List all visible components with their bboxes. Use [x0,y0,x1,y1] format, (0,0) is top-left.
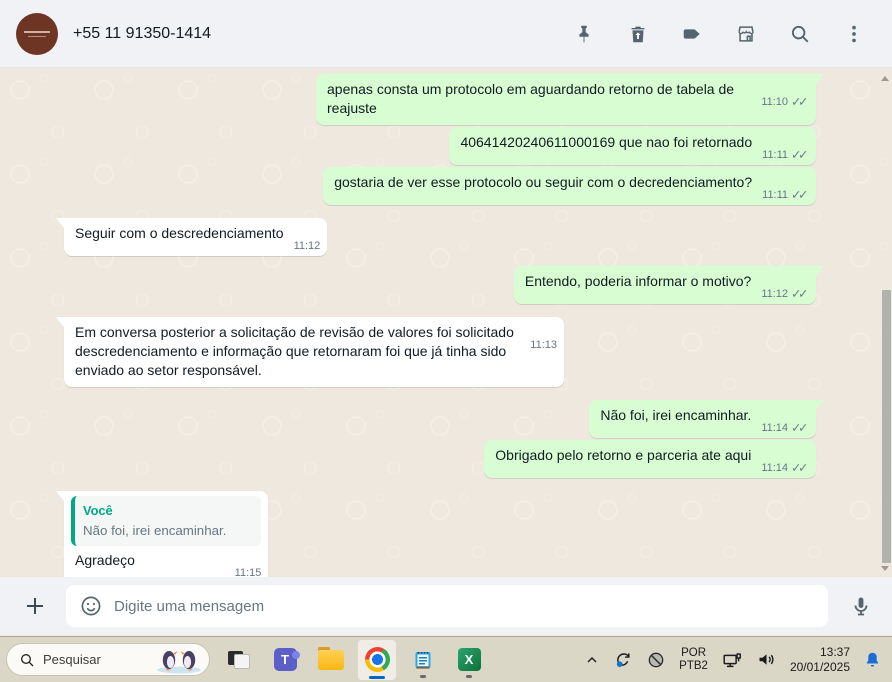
chrome-app-button[interactable] [358,639,396,680]
message-text: 40641420240611000169 que nao foi retorna… [460,134,753,150]
incoming-message-with-quote[interactable]: Você Não foi, irei encaminhar. 11:15 Agr… [55,491,269,577]
chat-message-list: 11:10 ✓✓ apenas consta um protocolo em ag… [0,68,892,577]
message-text: Seguir com o descredenciamento [75,225,284,241]
message-input-pill[interactable] [66,585,828,627]
chrome-icon [364,647,390,672]
message-time: 11:14 [761,422,789,434]
outgoing-message[interactable]: 11:11 ✓✓ gostaria de ver esse protocolo o… [323,167,816,205]
language-indicator[interactable]: POR PTB2 [679,647,708,673]
chat-scrollbar[interactable] [879,68,892,577]
microphone-icon[interactable] [844,589,878,623]
delivered-ticks-icon: ✓✓ [791,287,808,301]
message-row: 11:14 ✓✓ Não foi, irei encaminhar. [0,400,892,438]
quote-author: Você [83,503,113,518]
task-view-button[interactable] [220,640,258,680]
message-time: 11:13 [530,339,557,351]
excel-icon: X [457,648,481,671]
tray-chevron-up-icon[interactable] [584,652,600,668]
search-icon[interactable] [788,22,812,46]
header-actions [572,22,892,46]
taskbar-search[interactable]: Pesquisar [6,643,210,676]
clock-date: 20/01/2025 [789,659,850,674]
search-icon [21,653,34,666]
message-row: 11:12 ✓✓ Entendo, poderia informar o moti… [0,266,892,304]
message-text: Em conversa posterior a solicitação de r… [75,324,514,378]
message-time: 11:10 [761,96,789,108]
message-time: 11:14 [761,462,789,474]
clock-time: 13:37 [819,644,850,659]
notepad-icon [415,651,431,669]
file-explorer-button[interactable] [312,640,350,680]
file-explorer-icon [318,646,344,670]
outgoing-message[interactable]: 11:11 ✓✓ 40641420240611000169 que nao foi… [449,127,816,165]
volume-icon[interactable] [756,649,777,670]
outgoing-message[interactable]: 11:14 ✓✓ Obrigado pelo retorno e parceria… [484,440,816,478]
notepad-app-button[interactable] [404,640,442,680]
outgoing-message[interactable]: 11:10 ✓✓ apenas consta um protocolo em ag… [316,74,824,125]
message-text: apenas consta um protocolo em aguardando… [327,81,735,116]
contact-avatar[interactable] [16,12,58,55]
delete-restore-icon[interactable] [626,22,650,46]
label-icon[interactable] [680,22,704,46]
teams-app-button[interactable]: T [266,640,304,680]
storefront-icon[interactable] [734,22,758,46]
message-input[interactable] [114,597,816,615]
taskbar-apps: T X [220,639,488,680]
windows-taskbar: Pesquisar T X POR PTB2 13:37 20/01/2025 [0,636,892,682]
message-row: 11:14 ✓✓ Obrigado pelo retorno e parceria… [0,440,892,478]
message-text: Obrigado pelo retorno e parceria ate aqu… [495,447,752,463]
language-line2: PTB2 [679,659,708,672]
delivered-ticks-icon: ✓✓ [791,188,808,202]
pin-icon[interactable] [572,22,596,46]
notification-bell-icon[interactable] [863,650,882,669]
message-row: 11:13 Em conversa posterior a solicitaçã… [0,317,892,387]
message-time: 11:11 [762,149,789,161]
search-placeholder: Pesquisar [43,652,101,667]
delivered-ticks-icon: ✓✓ [791,148,808,162]
message-time: 11:11 [762,189,789,201]
attach-plus-icon[interactable] [20,591,50,621]
delivered-ticks-icon: ✓✓ [791,95,808,109]
delivered-ticks-icon: ✓✓ [791,461,808,475]
whatsapp-window: +55 11 91350-1414 11:10 ✓✓ apenas consta… [0,0,892,635]
outgoing-message[interactable]: 11:14 ✓✓ Não foi, irei encaminhar. [589,400,824,438]
menu-kebab-icon[interactable] [842,22,866,46]
message-row: 11:12 Seguir com o descredenciamento [0,218,892,256]
message-time: 11:12 [761,288,789,300]
delivered-ticks-icon: ✓✓ [791,421,808,435]
message-row: Você Não foi, irei encaminhar. 11:15 Agr… [0,491,892,577]
quote-text: Não foi, irei encaminhar. [83,523,227,538]
network-icon[interactable] [721,649,743,671]
message-text: Não foi, irei encaminhar. [600,407,752,423]
contact-name[interactable]: +55 11 91350-1414 [73,25,211,43]
chat-header: +55 11 91350-1414 [0,0,892,68]
incoming-message[interactable]: 11:13 Em conversa posterior a solicitaçã… [56,317,564,387]
message-row: 11:10 ✓✓ apenas consta um protocolo em ag… [0,74,892,125]
language-line1: POR [681,646,707,659]
taskbar-clock[interactable]: 13:37 20/01/2025 [790,645,850,675]
scroll-down-arrow-icon[interactable] [881,566,889,571]
blocked-status-icon[interactable] [646,650,666,670]
sync-pending-icon[interactable] [613,650,633,670]
scroll-up-arrow-icon[interactable] [881,76,889,81]
message-text: gostaria de ver esse protocolo ou seguir… [334,174,753,190]
message-row: 11:11 ✓✓ 40641420240611000169 que nao foi… [0,127,892,165]
message-row: 11:11 ✓✓ gostaria de ver esse protocolo o… [0,167,892,205]
system-tray: POR PTB2 13:37 20/01/2025 [584,645,882,675]
task-view-icon [228,650,250,669]
message-composer [0,577,892,635]
outgoing-message[interactable]: 11:12 ✓✓ Entendo, poderia informar o moti… [513,266,825,304]
excel-app-button[interactable]: X [450,640,488,680]
teams-icon: T [273,648,300,671]
emoji-icon[interactable] [78,593,104,619]
message-text: Agradeço [75,552,135,568]
search-daily-image-penguins [157,650,201,673]
message-time: 11:12 [293,240,321,252]
scrollbar-thumb[interactable] [882,290,891,563]
message-text: Entendo, poderia informar o motivo? [524,273,752,289]
incoming-message[interactable]: 11:12 Seguir com o descredenciamento [55,218,328,256]
message-time: 11:15 [234,567,262,577]
quoted-message[interactable]: Você Não foi, irei encaminhar. [71,496,262,546]
